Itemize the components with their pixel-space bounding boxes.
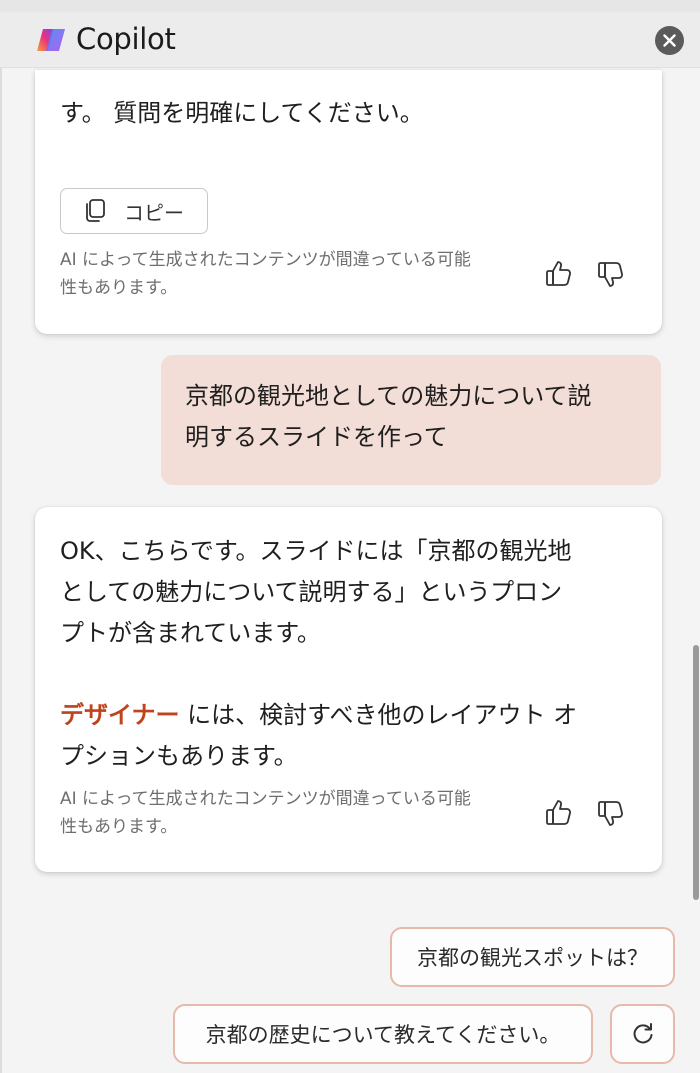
- user-message-text: 京都の観光地としての魅力について説 明するスライドを作って: [185, 376, 645, 458]
- designer-link[interactable]: デザイナー: [60, 701, 180, 729]
- panel-left-border: [0, 68, 2, 1073]
- copy-icon: [86, 199, 105, 222]
- thumbs-down-icon[interactable]: [596, 260, 626, 290]
- copilot-logo: [37, 29, 65, 51]
- disclaimer-line: AI によって生成されたコンテンツが間違っている可能: [60, 250, 471, 270]
- copilot-header: Copilot: [0, 12, 700, 68]
- scrollbar-thumb[interactable]: [693, 645, 699, 900]
- suggestion-chip[interactable]: 京都の観光スポットは？: [390, 927, 675, 987]
- thumbs-up-icon[interactable]: [544, 797, 574, 827]
- text-fragment: には、検討すべき他のレイアウト オ: [179, 701, 578, 729]
- refresh-icon: [633, 1023, 652, 1044]
- user-message: 京都の観光地としての魅力について説 明するスライドを作って: [161, 355, 661, 485]
- disclaimer-line: 性もあります。: [60, 278, 178, 298]
- text-line: 明するスライドを作って: [185, 423, 448, 451]
- text-line: デザイナー には、検討すべき他のレイアウト オ: [60, 695, 640, 736]
- text-line: プションもあります。: [60, 742, 298, 770]
- copilot-message: OK、こちらです。スライドには「京都の観光地 としての魅力について説明する」とい…: [35, 507, 662, 872]
- copilot-message: す。 質問を明確にしてください。 コピー AI によって生成されたコンテンツが間…: [35, 70, 662, 334]
- text-line: OK、こちらです。スライドには「京都の観光地: [60, 537, 572, 565]
- message-text: OK、こちらです。スライドには「京都の観光地 としての魅力について説明する」とい…: [60, 531, 640, 777]
- disclaimer-line: 性もあります。: [60, 817, 178, 837]
- close-button[interactable]: [655, 26, 684, 55]
- close-icon: [663, 34, 676, 47]
- thumbs-up-icon[interactable]: [544, 258, 574, 288]
- message-text: す。 質問を明確にしてください。: [60, 99, 424, 127]
- text-line: 京都の観光地としての魅力について説: [185, 382, 592, 410]
- text-line: プトが含まれています。: [60, 619, 321, 647]
- copy-label: コピー: [124, 200, 184, 225]
- suggestion-chip[interactable]: 京都の歴史について教えてください。: [173, 1004, 593, 1064]
- thumbs-down-icon[interactable]: [596, 799, 626, 829]
- disclaimer-line: AI によって生成されたコンテンツが間違っている可能: [60, 789, 471, 809]
- refresh-button[interactable]: [610, 1004, 675, 1064]
- ai-disclaimer: AI によって生成されたコンテンツが間違っている可能 性もあります。: [60, 246, 530, 302]
- text-line: としての魅力について説明する」というプロン: [60, 578, 563, 606]
- copy-button[interactable]: コピー: [60, 188, 208, 234]
- ai-disclaimer: AI によって生成されたコンテンツが間違っている可能 性もあります。: [60, 785, 530, 841]
- app-title: Copilot: [76, 22, 176, 56]
